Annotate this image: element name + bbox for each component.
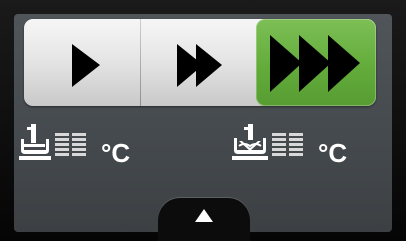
triple-play-icon [270,35,360,92]
fan-heating-icon [232,124,303,160]
double-play-icon [177,44,222,87]
speed-1-button[interactable] [24,19,140,106]
drawer-toggle-button[interactable] [158,198,250,241]
temperature-right: °C [228,122,347,168]
play-icon [72,44,100,87]
device-bezel: °C °C [0,0,406,241]
triangle-up-icon [195,209,213,222]
heating-element-icon [19,124,86,160]
speed-3-button[interactable] [256,19,376,106]
speed-selector [24,19,376,106]
temperature-unit: °C [318,138,348,168]
temperature-unit: °C [101,138,131,168]
speed-2-button[interactable] [140,19,256,106]
temperature-left: °C [17,122,130,168]
